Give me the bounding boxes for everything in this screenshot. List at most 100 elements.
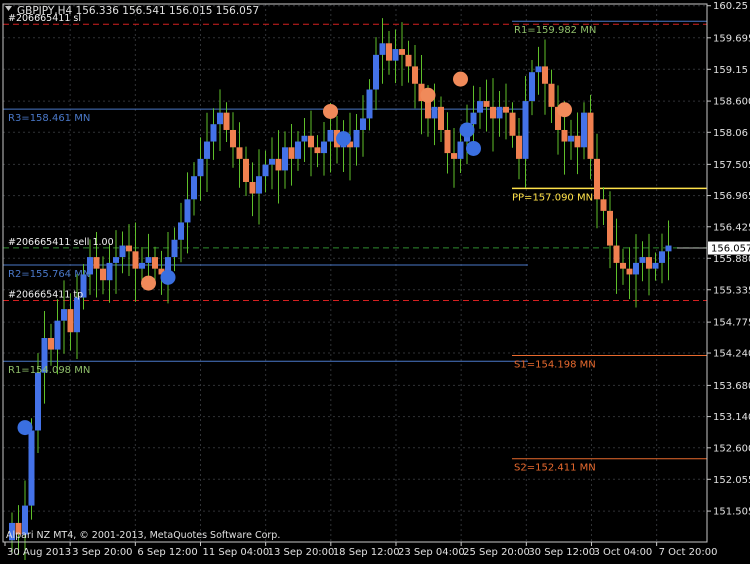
candle-body	[327, 129, 334, 142]
y-tick-label: 156.965	[713, 191, 750, 202]
candle-body	[132, 251, 139, 269]
pivot-level-label: R2=155.764 MN	[8, 269, 90, 280]
pivot-level-label: R1=159.982 MN	[514, 25, 596, 36]
candle-body	[431, 106, 438, 119]
candle-body	[217, 112, 223, 125]
candle-body	[288, 147, 295, 159]
candle-body	[633, 262, 639, 275]
candle-body	[256, 176, 262, 194]
y-tick-label: 152.600	[713, 443, 750, 454]
candle-body	[535, 66, 542, 73]
candle-body	[119, 245, 126, 258]
order-line-label: #206665411 sell 1.00	[8, 237, 114, 248]
candle-body	[28, 430, 35, 506]
candle-body	[639, 257, 646, 263]
candle-body	[275, 158, 282, 171]
candle-body	[145, 257, 152, 263]
y-tick-label: 159.15	[713, 65, 748, 76]
candle-body	[282, 147, 288, 171]
candle-body	[126, 245, 132, 252]
candle-body	[243, 158, 249, 182]
candle-body	[106, 262, 113, 281]
candle-body	[483, 101, 490, 107]
candle-body	[425, 101, 431, 119]
candle-body	[366, 89, 373, 119]
y-tick-label: 152.055	[713, 475, 750, 486]
candle-body	[184, 199, 191, 223]
candle-body	[178, 222, 184, 240]
candle-body	[314, 147, 321, 154]
candle-body	[561, 129, 568, 142]
candle-body	[646, 257, 652, 269]
candle-body	[321, 141, 327, 154]
trade-marker	[557, 102, 572, 118]
candle-body	[35, 372, 41, 431]
y-tick-label: 154.240	[713, 349, 750, 360]
trade-marker	[466, 140, 481, 156]
candle-body	[412, 66, 418, 84]
x-tick-label: 6 Sep 12:00	[137, 547, 197, 558]
candle-body	[470, 112, 477, 125]
copyright-text: Alpari NZ MT4, © 2001-2013, MetaQuotes S…	[6, 530, 280, 541]
y-tick-label: 160.25	[713, 1, 748, 12]
candle-body	[360, 118, 366, 130]
y-tick-label: 156.425	[713, 222, 750, 233]
candle-body	[451, 153, 457, 159]
x-tick-label: 11 Sep 04:00	[202, 547, 269, 558]
candle-body	[516, 135, 522, 159]
trade-marker	[323, 103, 338, 119]
candle-body	[379, 43, 386, 55]
trade-marker	[160, 269, 176, 285]
candle-body	[392, 49, 399, 61]
candle-body	[542, 66, 548, 84]
candle-body	[113, 257, 119, 263]
candle-body	[600, 199, 607, 211]
trade-marker	[420, 87, 436, 103]
price-chart[interactable]: 160.25 159.695 159.15 158.600 158.06 157.505 1…	[0, 0, 750, 564]
candle-body	[152, 257, 158, 269]
chart-title: GBPJPY,H4 156.336 156.541 156.015 156.05…	[17, 5, 259, 17]
x-tick-label: 25 Sep 20:00	[463, 547, 530, 558]
candle-body	[139, 262, 145, 269]
candle-body	[48, 338, 54, 350]
candle-body	[490, 106, 496, 119]
candle-body	[197, 158, 204, 177]
candle-body	[613, 245, 620, 263]
candle-body	[399, 49, 405, 55]
candle-body	[171, 239, 178, 258]
x-tick-label: 23 Sep 04:00	[398, 547, 465, 558]
trade-marker	[336, 131, 351, 147]
y-tick-label: 154.775	[713, 318, 750, 329]
candle-body	[587, 112, 594, 159]
pivot-level-label: S2=152.411 MN	[514, 463, 596, 474]
order-line-label: #206665411 tp	[8, 289, 83, 300]
candle-body	[659, 251, 665, 263]
candle-body	[529, 72, 535, 102]
candle-body	[308, 135, 314, 148]
candle-body	[204, 141, 210, 159]
candle-body	[353, 129, 360, 148]
y-tick-label: 155.880	[713, 254, 750, 265]
candle-body	[100, 268, 106, 281]
candle-body	[438, 106, 444, 130]
chart-window[interactable]: 160.25 159.695 159.15 158.600 158.06 157.505 1…	[0, 0, 750, 564]
candle-body	[236, 147, 243, 159]
candle-body	[620, 262, 626, 269]
trade-marker	[453, 71, 468, 87]
candle-body	[269, 158, 275, 165]
candle-body	[386, 43, 392, 61]
candle-body	[568, 135, 574, 142]
candle-body	[477, 101, 483, 113]
x-tick-label: 3 Sep 20:00	[72, 547, 132, 558]
candle-body	[496, 106, 503, 119]
y-tick-label: 151.505	[713, 507, 750, 518]
candle-body	[574, 135, 581, 148]
candle-body	[262, 164, 269, 177]
pivot-level-label: PP=157.090 MN	[512, 192, 593, 203]
current-price-label: 156.057	[711, 244, 750, 255]
candle-body	[295, 141, 301, 159]
candle-body	[548, 83, 555, 107]
y-tick-label: 155.335	[713, 285, 750, 296]
y-tick-label: 153.140	[713, 412, 750, 423]
y-tick-label: 158.600	[713, 97, 750, 108]
